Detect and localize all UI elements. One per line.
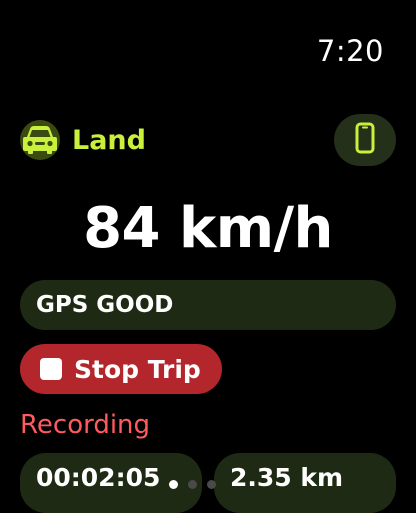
stop-trip-label: Stop Trip <box>74 354 201 384</box>
page-dot <box>169 480 178 489</box>
car-icon <box>20 120 60 160</box>
distance-value: 2.35 km <box>230 463 344 492</box>
gps-status: GPS GOOD <box>20 280 396 330</box>
phone-button[interactable] <box>334 114 396 166</box>
gps-status-label: GPS GOOD <box>36 292 174 318</box>
recording-status: Recording <box>20 410 151 440</box>
current-speed: 84 km/h <box>83 196 333 261</box>
status-time: 7:20 <box>316 34 384 68</box>
mode-indicator: Land <box>20 120 146 160</box>
stop-icon <box>40 358 62 380</box>
page-indicator[interactable] <box>169 480 216 489</box>
page-dot <box>188 480 197 489</box>
distance-card: 2.35 km <box>214 453 396 513</box>
phone-icon <box>355 122 375 158</box>
mode-label: Land <box>72 124 146 156</box>
page-dot <box>207 480 216 489</box>
elapsed-time-value: 00:02:05 <box>36 463 161 492</box>
stop-trip-button[interactable]: Stop Trip <box>20 344 222 394</box>
